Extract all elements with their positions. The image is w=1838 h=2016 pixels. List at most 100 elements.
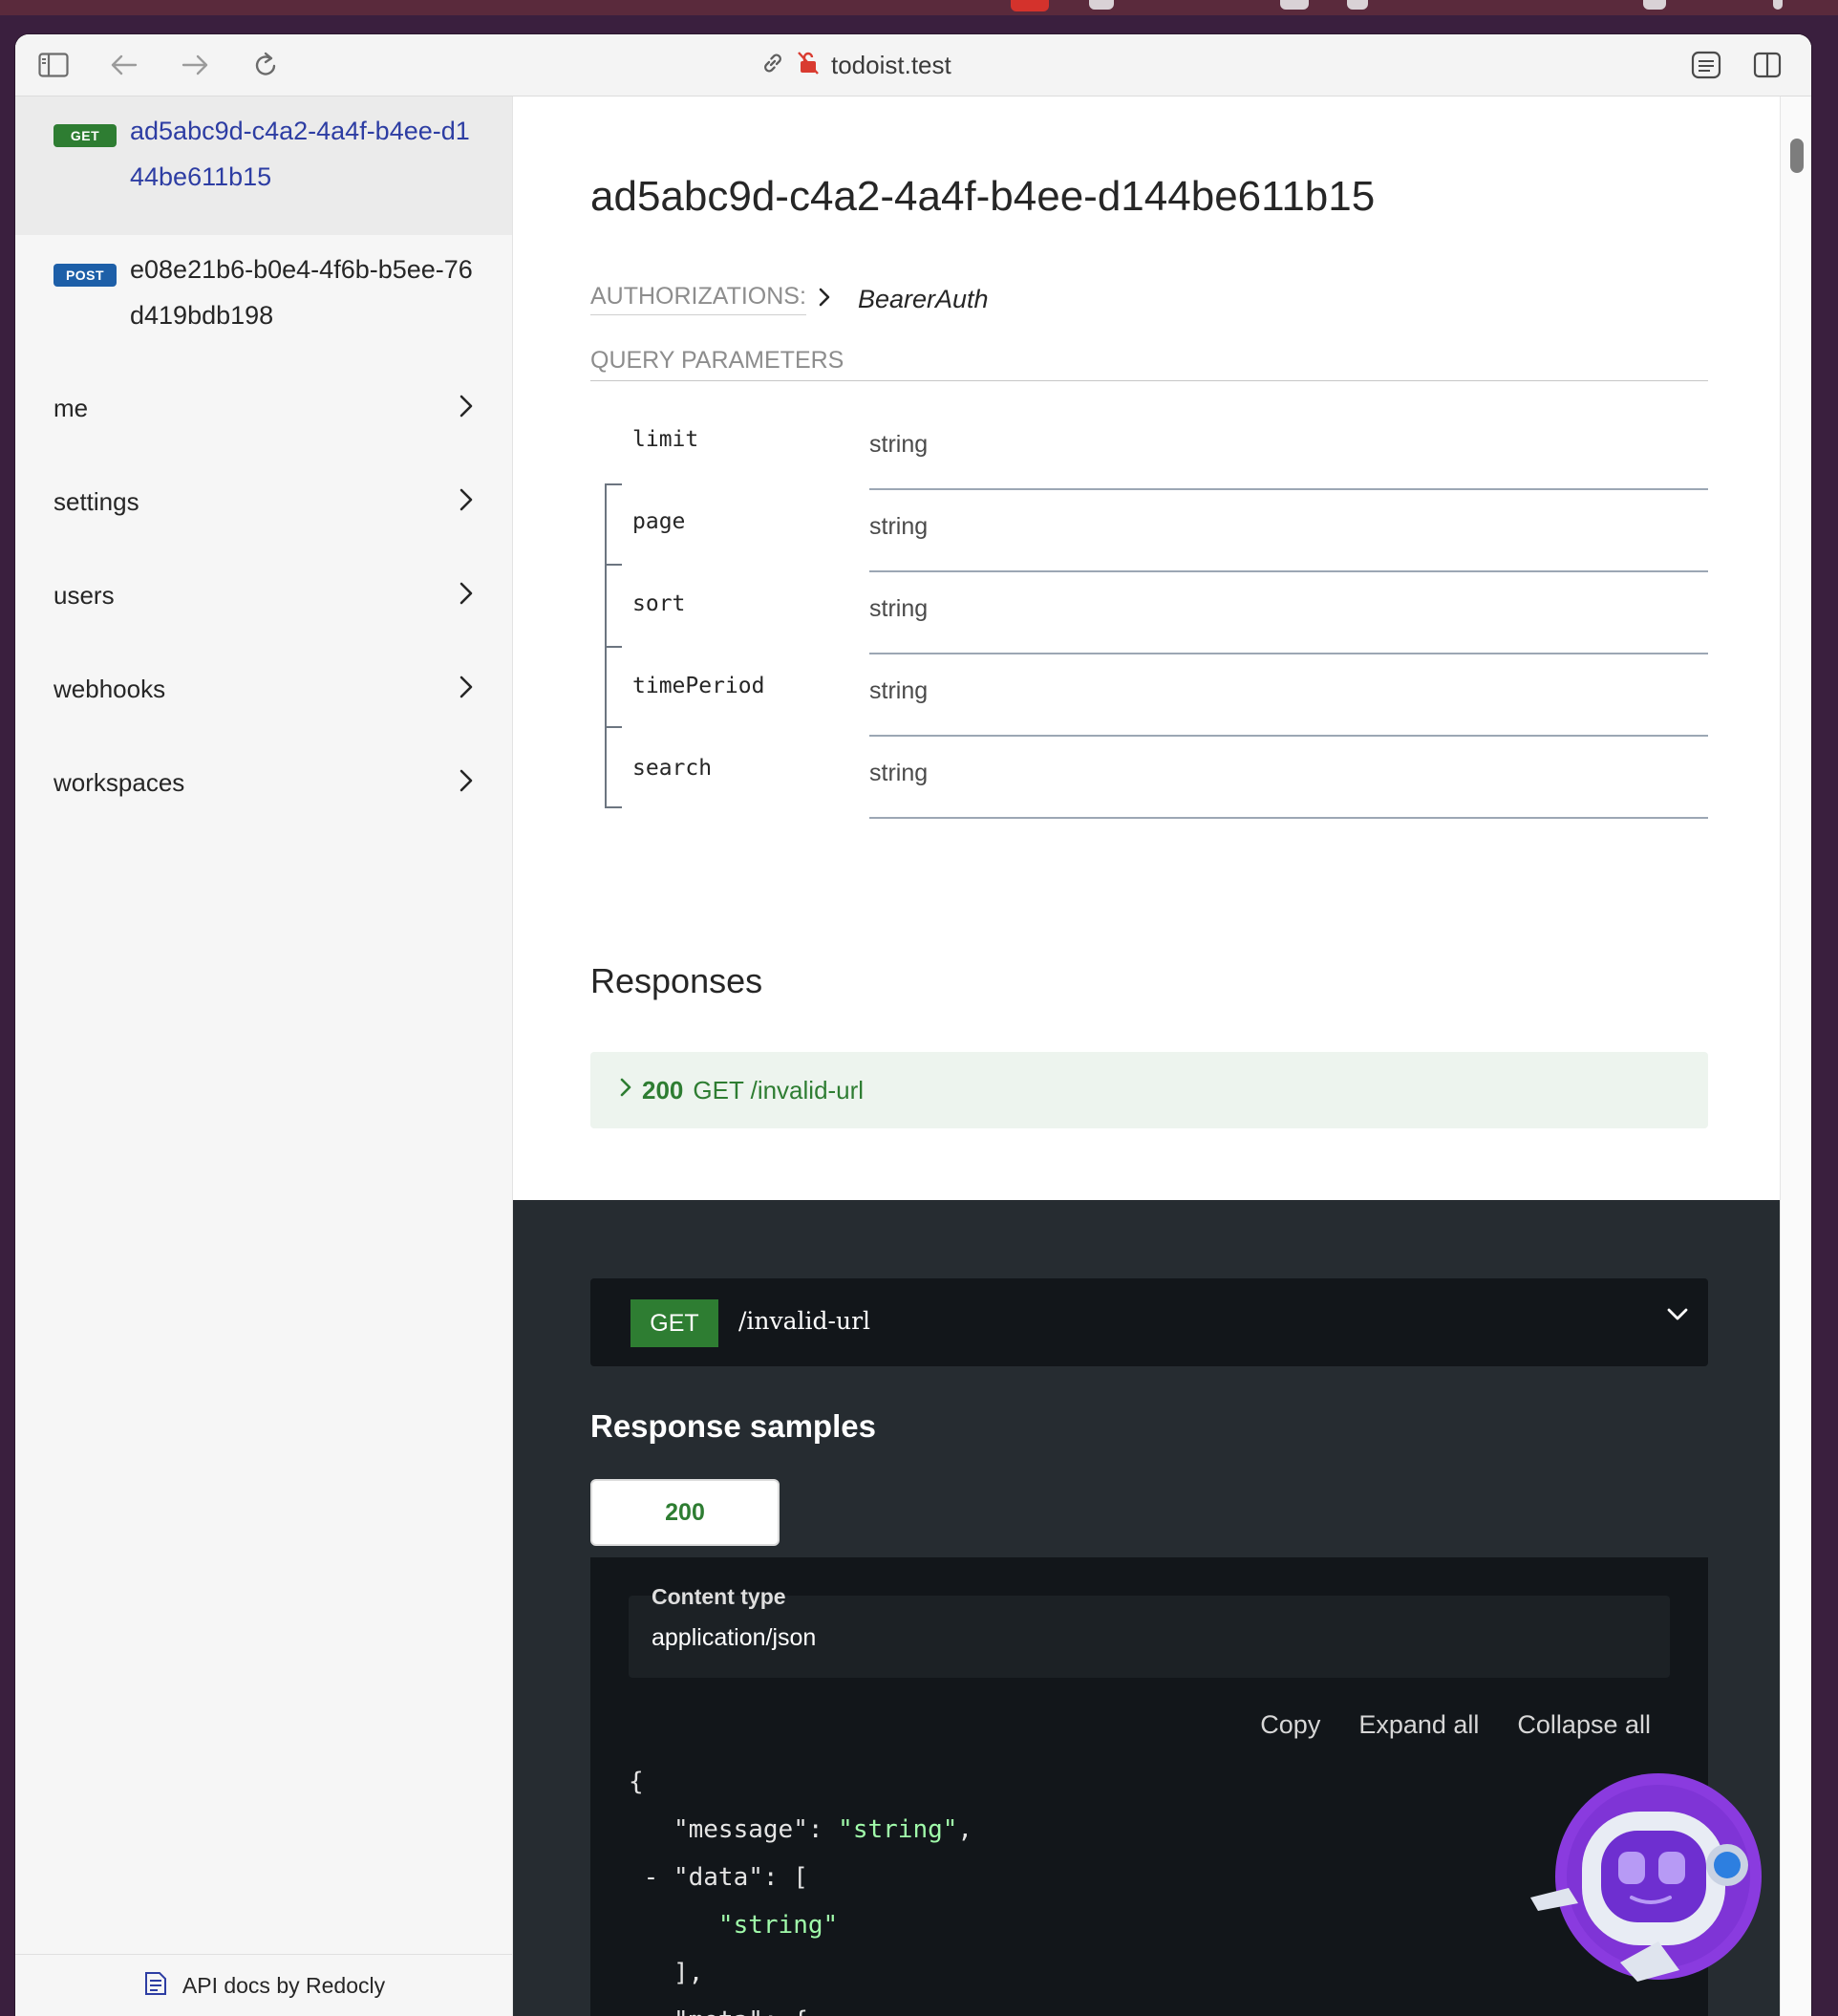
menubar-icon[interactable] xyxy=(1643,0,1666,10)
param-tree-tick xyxy=(605,564,622,566)
sidebar-group-me[interactable]: me xyxy=(53,379,474,437)
split-view-icon[interactable] xyxy=(1750,48,1785,82)
code-token: ], xyxy=(673,1959,704,1987)
sidebar-group-label: workspaces xyxy=(53,767,185,797)
robot-assistant-icon[interactable] xyxy=(1525,1771,1763,1982)
code-string: "string" xyxy=(838,1815,958,1844)
collapse-all-button[interactable]: Collapse all xyxy=(1517,1710,1651,1740)
code-line: ], xyxy=(629,1949,972,1997)
sidebar-operation-post[interactable]: POST e08e21b6-b0e4-4f6b-b5ee-76d419bdb19… xyxy=(15,235,512,359)
param-name: timePeriod xyxy=(632,674,765,698)
responses-title: Responses xyxy=(590,961,763,1000)
reader-icon[interactable] xyxy=(1689,48,1723,82)
authorizations-label: AUTHORIZATIONS: xyxy=(590,283,806,315)
code-line: - "data": [ xyxy=(643,1863,808,1892)
chevron-right-icon xyxy=(619,1076,632,1105)
code-line: { xyxy=(629,1758,972,1806)
redocly-logo-icon xyxy=(142,1969,173,2003)
notification-badge-icon xyxy=(1011,0,1049,11)
param-type: string xyxy=(869,677,929,704)
sidebar-toggle-icon[interactable] xyxy=(36,48,71,82)
expand-all-button[interactable]: Expand all xyxy=(1358,1710,1479,1740)
collapse-toggle[interactable]: - xyxy=(644,2006,659,2016)
param-type-cell: string xyxy=(869,654,1708,737)
chevron-right-icon xyxy=(459,581,474,611)
endpoint-path: /invalid-url xyxy=(738,1307,871,1335)
menubar-icon[interactable] xyxy=(1347,0,1368,10)
authorizations-value: BearerAuth xyxy=(857,284,989,313)
param-type-cell: string xyxy=(869,572,1708,654)
param-row: timePeriod string xyxy=(590,654,1708,737)
menubar-icon[interactable] xyxy=(1089,0,1114,10)
param-type-cell: string xyxy=(869,490,1708,572)
endpoint-toggle[interactable]: GET /invalid-url xyxy=(590,1278,1708,1366)
address-bar[interactable]: todoist.test xyxy=(760,48,951,82)
param-row: limit string xyxy=(590,408,1708,490)
back-arrow-icon[interactable] xyxy=(107,48,141,82)
authorizations-row[interactable]: AUTHORIZATIONS: BearerAuth xyxy=(590,280,989,318)
copy-button[interactable]: Copy xyxy=(1260,1710,1320,1740)
endpoint-method-badge: GET xyxy=(630,1299,718,1347)
code-key: "meta" xyxy=(673,2006,763,2016)
sidebar-group-label: me xyxy=(53,393,89,422)
param-name: page xyxy=(632,509,686,534)
sample-actions: Copy Expand all Collapse all xyxy=(1260,1710,1651,1740)
param-name: search xyxy=(632,756,713,781)
param-type-cell: string xyxy=(869,408,1708,490)
sidebar-operation-label: e08e21b6-b0e4-4f6b-b5ee-76d419bdb198 xyxy=(130,255,473,330)
param-tree-tick xyxy=(605,646,622,648)
operation-title: ad5abc9d-c4a2-4a4f-b4ee-d144be611b15 xyxy=(590,173,1376,220)
response-200-toggle[interactable]: 200 GET /invalid-url xyxy=(590,1052,1708,1128)
reload-icon[interactable] xyxy=(248,48,283,82)
api-sidebar: GET ad5abc9d-c4a2-4a4f-b4ee-d144be611b15… xyxy=(15,97,513,2016)
param-name: sort xyxy=(632,591,686,616)
response-code: 200 xyxy=(642,1075,684,1105)
menubar-icon[interactable] xyxy=(1773,0,1783,10)
response-samples-title: Response samples xyxy=(590,1408,876,1444)
param-type: string xyxy=(869,760,929,786)
param-row: search string xyxy=(590,737,1708,819)
sidebar-group-webhooks[interactable]: webhooks xyxy=(53,660,474,718)
content-type-field[interactable]: Content type application/json xyxy=(629,1584,1670,1678)
chevron-down-icon xyxy=(1666,1307,1689,1327)
link-icon xyxy=(760,51,785,80)
post-method-badge: POST xyxy=(53,264,117,287)
os-menu-bar xyxy=(0,0,1838,15)
sidebar-group-label: users xyxy=(53,580,115,610)
sidebar-operation-get[interactable]: GET ad5abc9d-c4a2-4a4f-b4ee-d144be611b15 xyxy=(15,97,512,235)
sidebar-group-users[interactable]: users xyxy=(53,567,474,624)
param-row: page string xyxy=(590,490,1708,572)
chevron-right-icon xyxy=(459,675,474,704)
menubar-icon[interactable] xyxy=(1280,0,1309,10)
code-token: { xyxy=(629,1768,644,1796)
get-method-badge: GET xyxy=(53,124,117,147)
redocly-footer-link[interactable]: API docs by Redocly xyxy=(15,1954,512,2016)
insecure-lock-icon xyxy=(797,51,820,80)
sidebar-group-workspaces[interactable]: workspaces xyxy=(53,754,474,811)
collapse-toggle[interactable]: - xyxy=(644,1863,659,1892)
url-text[interactable]: todoist.test xyxy=(831,51,951,80)
param-type-cell: string xyxy=(869,737,1708,819)
code-key: "data" xyxy=(673,1863,763,1892)
scrollbar-thumb[interactable] xyxy=(1790,139,1804,173)
chevron-right-icon xyxy=(818,286,831,313)
chevron-right-icon xyxy=(459,487,474,517)
browser-toolbar: todoist.test xyxy=(15,34,1811,97)
sidebar-group-settings[interactable]: settings xyxy=(53,473,474,530)
sidebar-group-label: webhooks xyxy=(53,674,166,703)
code-line: "message": "string", xyxy=(673,1815,973,1844)
response-description: GET /invalid-url xyxy=(693,1075,865,1105)
param-name: limit xyxy=(632,427,699,452)
content-type-value: application/json xyxy=(652,1624,817,1651)
sidebar-group-label: settings xyxy=(53,486,139,516)
chevron-right-icon xyxy=(459,768,474,798)
param-row: sort string xyxy=(590,572,1708,654)
sidebar-operation-label: ad5abc9d-c4a2-4a4f-b4ee-d144be611b15 xyxy=(130,117,470,191)
response-tab-200[interactable]: 200 xyxy=(590,1479,780,1546)
code-line: "string" xyxy=(629,1901,972,1949)
param-tree-tick xyxy=(605,726,622,728)
param-tree-line xyxy=(605,483,622,808)
forward-arrow-icon[interactable] xyxy=(178,48,212,82)
code-line: - "meta": { xyxy=(629,1997,972,2016)
page-scrollbar[interactable] xyxy=(1780,97,1811,2016)
